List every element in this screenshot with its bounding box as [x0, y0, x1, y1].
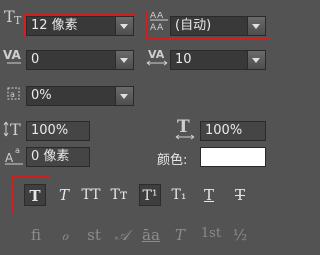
svg-text:VA: VA: [148, 48, 165, 61]
vertical-scale-field[interactable]: 100%: [26, 121, 90, 141]
tracking-icon: VA: [146, 48, 168, 66]
baseline-shift-icon: A a: [5, 146, 23, 165]
font-size-highlight: [24, 14, 136, 38]
vertical-scale-value: 100%: [31, 123, 69, 138]
discretionary-ligatures-button[interactable]: st: [82, 226, 106, 244]
underline-button[interactable]: T: [198, 184, 220, 206]
tsume-dropdown-button[interactable]: [115, 87, 133, 105]
tracking-dropdown-button[interactable]: [247, 51, 265, 69]
svg-text:T: T: [177, 117, 190, 137]
strikethrough-button[interactable]: T: [229, 184, 251, 206]
swash-button[interactable]: 𝒜: [110, 226, 134, 244]
tracking-value: 10: [175, 52, 192, 67]
text-color-swatch[interactable]: [200, 147, 266, 167]
tsume-value: 0%: [31, 88, 52, 103]
faux-bold-highlight: [12, 176, 50, 214]
font-size-icon: T T: [4, 7, 22, 27]
color-label: 颜色:: [157, 153, 188, 168]
stylistic-alternates-button[interactable]: āa: [139, 226, 163, 244]
tsume-icon: a: [7, 87, 20, 100]
titling-alternates-button[interactable]: T: [168, 226, 192, 244]
small-caps-button[interactable]: Tᴛ: [108, 184, 130, 206]
ligatures-button[interactable]: fi: [24, 226, 48, 244]
contextual-alternates-button[interactable]: ℴ: [53, 226, 77, 244]
fractions-button[interactable]: ½: [228, 226, 252, 244]
svg-text:T: T: [14, 14, 22, 27]
all-caps-button[interactable]: TT: [80, 184, 102, 206]
faux-italic-button[interactable]: T: [53, 184, 75, 206]
svg-text:VA: VA: [3, 48, 21, 62]
kerning-icon: VA: [3, 48, 21, 64]
kerning-field[interactable]: 0: [26, 50, 134, 70]
svg-text:a: a: [15, 146, 20, 155]
horizontal-scale-field[interactable]: 100%: [200, 121, 266, 141]
superscript-button[interactable]: T¹: [139, 184, 161, 206]
tracking-field[interactable]: 10: [170, 50, 266, 70]
svg-text:T: T: [10, 120, 21, 139]
svg-text:A: A: [5, 151, 14, 165]
kerning-value: 0: [31, 52, 40, 67]
tsume-field[interactable]: 0%: [26, 86, 134, 106]
ordinals-button[interactable]: 1st: [199, 226, 223, 241]
svg-text:a: a: [10, 90, 15, 99]
baseline-shift-field[interactable]: 0 像素: [26, 147, 90, 167]
horizontal-scale-value: 100%: [205, 123, 243, 138]
vertical-scale-icon: T: [3, 120, 21, 139]
horizontal-scale-icon: T: [175, 117, 195, 140]
subscript-button[interactable]: T₁: [168, 184, 190, 206]
baseline-shift-value: 0 像素: [31, 149, 70, 164]
kerning-dropdown-button[interactable]: [115, 51, 133, 69]
leading-highlight: [146, 11, 270, 39]
